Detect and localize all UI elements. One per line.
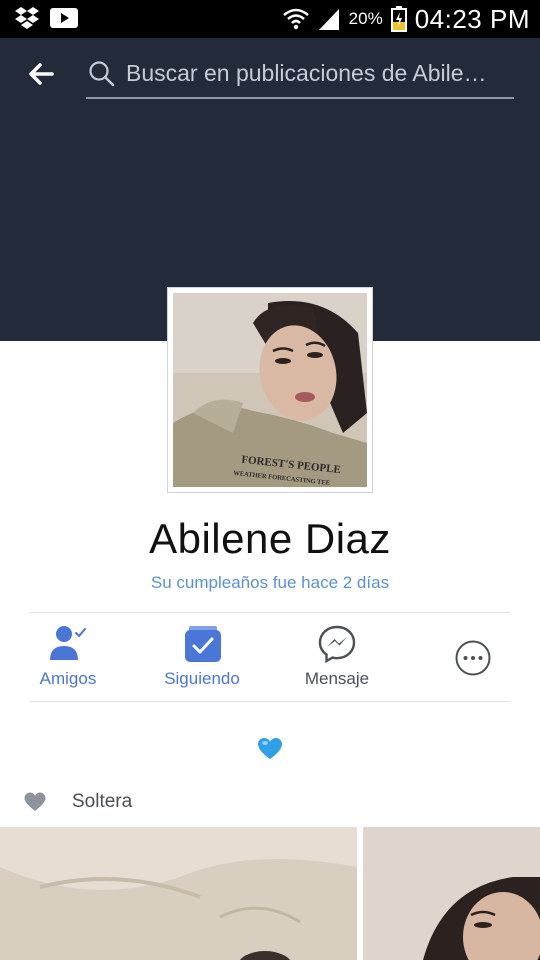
heart-icon <box>24 792 46 811</box>
search-input[interactable]: Buscar en publicaciones de Abile… <box>86 50 514 99</box>
following-label: Siguiendo <box>164 669 240 688</box>
photo-tile-1-image <box>0 827 357 960</box>
profile-photo-image: FOREST'S PEOPLE WEATHER FORECASTING TEE <box>173 293 367 487</box>
more-options-button[interactable] <box>450 622 496 694</box>
status-bar: 20% 04:23 PM <box>0 0 540 38</box>
status-bar-right: 20% 04:23 PM <box>282 3 530 35</box>
following-button[interactable]: Siguiendo <box>152 622 252 694</box>
profile-photo[interactable]: FOREST'S PEOPLE WEATHER FORECASTING TEE <box>168 288 372 492</box>
battery-percent: 20% <box>348 9 383 28</box>
divider-top <box>30 612 510 613</box>
status-bar-left <box>14 6 78 30</box>
battery-icon <box>390 6 407 32</box>
friends-button[interactable]: Amigos <box>28 622 108 694</box>
profile-photo-illustration: FOREST'S PEOPLE WEATHER FORECASTING TEE <box>173 293 367 487</box>
relationship-status: Soltera <box>72 791 133 812</box>
search-placeholder: Buscar en publicaciones de Abile… <box>126 60 487 86</box>
relationship-row: Soltera <box>24 788 132 816</box>
profile-name: Abilene Diaz <box>149 515 391 562</box>
photo-tile-1[interactable] <box>0 827 357 960</box>
signal-icon <box>318 9 339 30</box>
search-icon <box>89 61 115 87</box>
back-arrow-icon[interactable] <box>26 58 58 90</box>
youtube-icon <box>50 8 78 28</box>
messenger-icon <box>318 625 356 664</box>
photo-tile-2[interactable] <box>363 827 540 960</box>
dropbox-icon <box>15 7 39 29</box>
friends-label: Amigos <box>39 669 97 688</box>
following-check-icon <box>185 626 221 662</box>
birthday-note[interactable]: Su cumpleaños fue hace 2 días <box>0 573 540 593</box>
divider-bottom <box>30 701 510 702</box>
blue-heart-icon <box>258 738 282 759</box>
clock: 04:23 PM <box>414 3 530 34</box>
photo-tile-2-image <box>363 827 540 960</box>
message-button[interactable]: Mensaje <box>292 622 382 694</box>
wifi-icon <box>282 8 309 30</box>
message-label: Mensaje <box>304 669 370 688</box>
more-options-icon <box>455 640 491 676</box>
friends-check-icon <box>50 626 86 660</box>
